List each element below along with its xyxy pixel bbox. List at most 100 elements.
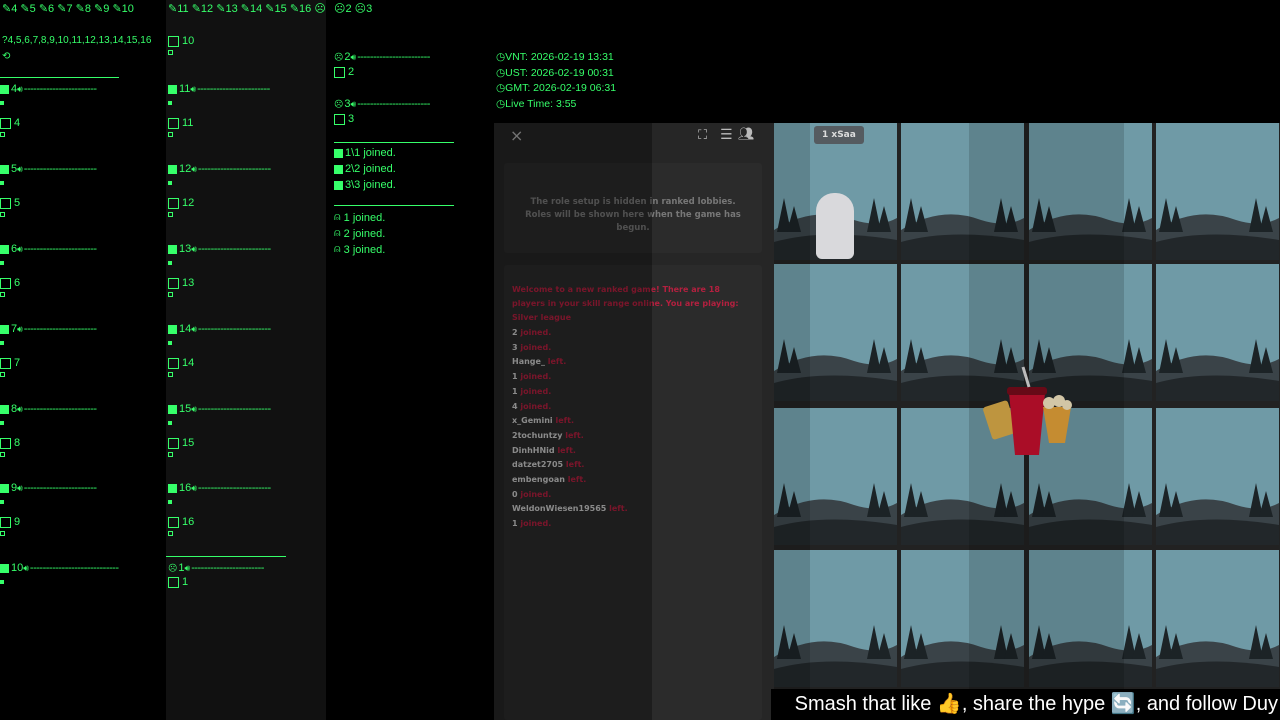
pin-icon: ✎: [20, 3, 30, 15]
entry-15: 15 🔊︎ ----------------------- 15: [168, 403, 271, 457]
entry-3: ☹ 3 🔊︎ ----------------------- 3: [334, 98, 430, 125]
column-header: ✎11 ✎12 ✎13 ✎14 ✎15 ✎16 ☹1: [168, 3, 332, 15]
entry-10: 10 🔊︎ ----------------------------: [0, 562, 119, 584]
landscape-image: [1156, 625, 1279, 687]
landscape-image: [1156, 198, 1279, 260]
player-tile[interactable]: [1156, 408, 1279, 545]
entry-top: 10: [168, 35, 194, 55]
speaker-icon: 🔊︎: [191, 482, 197, 493]
entry-11: 11 🔊︎ ----------------------- 11: [168, 83, 270, 137]
checkbox[interactable]: [0, 117, 11, 129]
checkbox[interactable]: [0, 516, 11, 528]
video-overlay: [774, 123, 810, 720]
skull-icon: ☹: [334, 98, 344, 109]
bell-icon: ⍝: [334, 243, 341, 255]
speaker-icon: 🔊︎: [17, 83, 23, 94]
skull-icon: ☹: [354, 3, 367, 15]
pin-icon: ✎: [289, 3, 300, 15]
skull-icon: ☹: [314, 3, 326, 15]
ticker-banner: Smash that like 👍, share the hype 🔄, and…: [771, 689, 1280, 720]
pin-icon: ✎: [94, 3, 104, 15]
pin-icon: ✎: [265, 3, 275, 15]
landscape-image: [1156, 483, 1279, 545]
speaker-icon: 🔊︎: [350, 51, 357, 62]
entry-1: ☹ 1 🔊︎ ----------------------- 1: [168, 562, 264, 588]
divider: [0, 77, 119, 78]
checkbox[interactable]: [0, 197, 11, 209]
checkbox[interactable]: [168, 117, 179, 129]
video-overlay: [494, 123, 652, 720]
checkbox[interactable]: [0, 357, 11, 369]
checkbox[interactable]: [168, 197, 179, 209]
joined-line: ⍝ 2 joined.: [334, 227, 386, 240]
speaker-icon: 🔊︎: [17, 163, 23, 174]
player-name-badge: 1 xSaa: [814, 126, 864, 144]
checkbox[interactable]: [168, 437, 179, 449]
avatar: [816, 193, 854, 259]
monitor-column-1: ✎4 ✎5 ✎6 ✎7 ✎8 ✎9 ✎10 ?4,5,6,7,8,9,10,11…: [0, 0, 166, 720]
status-square: [0, 324, 9, 334]
time-panel: ◷VNT: 2026-02-19 13:31 ◷UST: 2026-02-19 …: [496, 51, 617, 110]
speaker-icon: 🔊︎: [17, 482, 23, 493]
clock-icon: ◷: [496, 66, 506, 79]
player-tile[interactable]: [1156, 550, 1279, 687]
expand-icon[interactable]: ⛶: [698, 128, 707, 143]
checkbox[interactable]: [334, 113, 345, 125]
joined-line: ⍝ 1 joined.: [334, 211, 386, 224]
clock-icon: ◷: [496, 51, 506, 63]
speaker-icon: 🔊︎: [191, 163, 197, 174]
entry-14: 14 🔊︎ ----------------------- 14: [168, 323, 271, 377]
checkbox[interactable]: [334, 66, 345, 78]
speaker-icon: 🔊︎: [191, 323, 197, 334]
bell-icon: ⍝: [334, 227, 341, 239]
skull-icon: ☹: [168, 562, 178, 573]
checkbox[interactable]: [168, 516, 179, 528]
skull-icon: ☹: [334, 51, 344, 62]
refresh-icon[interactable]: ⟲: [2, 51, 10, 62]
status-square: [0, 84, 9, 94]
divider: [166, 556, 286, 557]
entry-4: 4 🔊︎ ----------------------- 4: [0, 83, 97, 137]
checkbox[interactable]: [168, 357, 179, 369]
status-square: [0, 563, 9, 573]
status-square: [0, 164, 9, 174]
speaker-icon: 🔊︎: [190, 83, 197, 94]
speaker-icon: 🔊︎: [191, 403, 197, 414]
landscape-image: [1156, 339, 1279, 401]
entry-13: 13 🔊︎ ----------------------- 13: [168, 243, 271, 297]
pin-icon: ✎: [240, 3, 250, 15]
checkbox[interactable]: [0, 277, 11, 289]
divider: [334, 205, 454, 206]
entry-8: 8 🔊︎ ----------------------- 8: [0, 403, 97, 457]
speaker-icon: 🔊︎: [184, 562, 191, 573]
monitor-column-3: ☹2 ☹3 ☹ 2 🔊︎ ----------------------- 2 ☹ 3 🔊︎…: [326, 0, 494, 720]
entry-9: 9 🔊︎ ----------------------- 9: [0, 482, 97, 536]
checkbox[interactable]: [168, 576, 179, 588]
checkbox[interactable]: [0, 437, 11, 449]
joined-line: 3\3 joined.: [334, 179, 396, 191]
pin-icon: ✎: [112, 3, 122, 15]
player-tile[interactable]: [1156, 264, 1279, 401]
menu-icon[interactable]: ☰: [720, 127, 733, 143]
clock-icon: ◷: [496, 82, 506, 94]
monitor-column-2: ✎11 ✎12 ✎13 ✎14 ✎15 ✎16 ☹1 10 11🔊︎------…: [166, 0, 332, 720]
numbers-line: ?4,5,6,7,8,9,10,11,12,13,14,15,16: [2, 35, 152, 46]
speaker-icon: 🔊︎: [350, 98, 357, 109]
pin-icon: ✎: [75, 3, 85, 15]
speaker-icon: 🔊︎: [191, 243, 197, 254]
pin-icon: ✎: [2, 3, 12, 15]
speaker-icon: 🔊︎: [17, 403, 23, 414]
video-overlay: [969, 123, 1124, 720]
player-tile[interactable]: [1156, 123, 1279, 260]
speaker-icon: 🔊︎: [23, 562, 29, 573]
checkbox[interactable]: [168, 277, 179, 289]
joined-line: ⍝ 3 joined.: [334, 243, 386, 256]
status-square: [0, 404, 9, 414]
entry-7: 7 🔊︎ ----------------------- 7: [0, 323, 97, 377]
bell-icon: ⍝: [334, 211, 341, 223]
checkbox[interactable]: [168, 35, 179, 47]
entry-16: 16 🔊︎ ----------------------- 16: [168, 482, 271, 536]
pin-icon: ✎: [191, 3, 201, 15]
players-icon[interactable]: 👥︎: [738, 127, 755, 142]
pin-icon: ✎: [38, 3, 49, 15]
